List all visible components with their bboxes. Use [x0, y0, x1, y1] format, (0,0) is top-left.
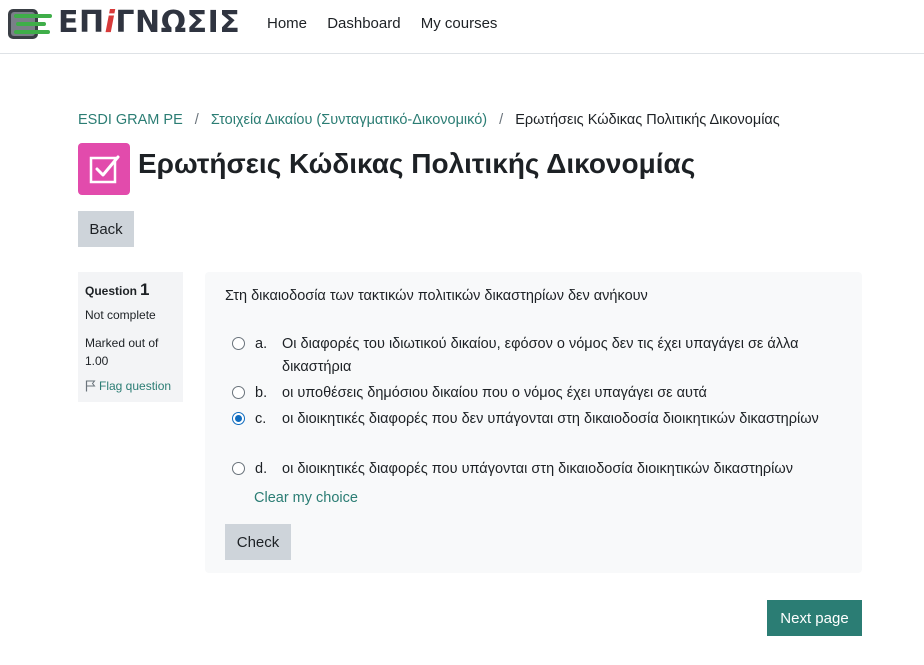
logo-mark-icon — [8, 9, 52, 39]
answer-radio-b[interactable] — [232, 386, 245, 399]
next-page-button[interactable]: Next page — [767, 600, 862, 636]
answer-letter: c. — [255, 411, 267, 427]
logo-text: ΕΠiΓΝΩΣΙΣ — [58, 5, 241, 40]
flag-question-link[interactable]: Flag question — [85, 379, 171, 393]
question-text: Στη δικαιοδοσία των τακτικών πολιτικών δ… — [225, 288, 648, 304]
answer-letter: d. — [255, 461, 268, 477]
breadcrumb-separator: / — [499, 112, 504, 128]
flag-icon — [85, 380, 96, 392]
quiz-icon — [78, 143, 130, 195]
answer-radio-a[interactable] — [232, 337, 245, 350]
nav-dashboard[interactable]: Dashboard — [327, 15, 400, 32]
question-number: Question 1 — [85, 280, 150, 299]
question-state: Not complete — [85, 308, 156, 322]
answer-text: οι διοικητικές διαφορές που δεν υπάγοντα… — [282, 411, 819, 427]
answer-letter: a. — [255, 336, 268, 352]
breadcrumb-section[interactable]: Στοιχεία Δικαίου (Συνταγματικό-Δικονομικ… — [211, 112, 487, 128]
back-button[interactable]: Back — [78, 211, 134, 247]
question-content: Στη δικαιοδοσία των τακτικών πολιτικών δ… — [205, 272, 862, 573]
primary-navigation: Home Dashboard My courses — [267, 15, 513, 32]
question-info-panel: Question 1 Not complete Marked out of 1.0… — [78, 272, 183, 402]
clear-choice-link[interactable]: Clear my choice — [254, 490, 358, 506]
page-title: Ερωτήσεις Κώδικας Πολιτικής Δικονομίας — [138, 148, 696, 179]
answer-letter: b. — [255, 385, 268, 401]
answer-text: Οι διαφορές του ιδιωτικού δικαίου, εφόσο… — [282, 336, 799, 375]
nav-my-courses[interactable]: My courses — [421, 15, 498, 32]
breadcrumb-current: Ερωτήσεις Κώδικας Πολιτικής Δικονομίας — [515, 112, 780, 128]
nav-home[interactable]: Home — [267, 15, 307, 32]
breadcrumb-course[interactable]: ESDI GRAM PE — [78, 112, 183, 128]
breadcrumb-separator: / — [194, 112, 199, 128]
answer-radio-c[interactable] — [232, 412, 245, 425]
breadcrumb: ESDI GRAM PE / Στοιχεία Δικαίου (Συνταγμ… — [78, 112, 780, 128]
top-navbar: ΕΠiΓΝΩΣΙΣ Home Dashboard My courses — [0, 0, 924, 54]
answer-radio-d[interactable] — [232, 462, 245, 475]
checkbox-icon — [89, 155, 120, 184]
answer-text: οι υποθέσεις δημόσιου δικαίου που ο νόμο… — [282, 385, 707, 401]
check-button[interactable]: Check — [225, 524, 291, 560]
question-grade: Marked out of 1.00 — [85, 336, 159, 368]
site-logo[interactable]: ΕΠiΓΝΩΣΙΣ — [6, 6, 240, 42]
answer-text: οι διοικητικές διαφορές που υπάγονται στ… — [282, 461, 793, 477]
